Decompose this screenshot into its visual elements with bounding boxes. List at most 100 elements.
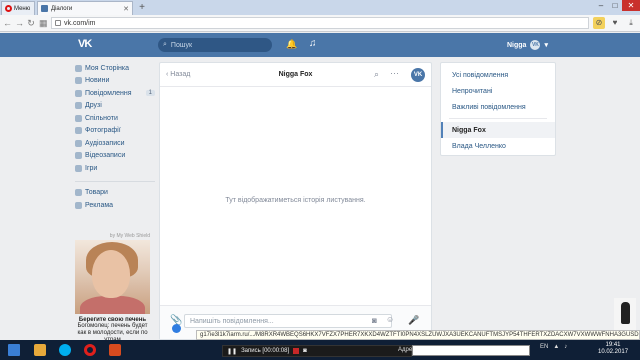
left-navigation: Моя Сторінка Новини Повідомлення 1 Друзі …	[75, 62, 155, 212]
volume-icon[interactable]: ♪	[564, 344, 567, 350]
new-tab-button[interactable]: +	[136, 2, 148, 14]
clock[interactable]: 19:41 10.02.2017	[598, 342, 628, 356]
sidebar-item-friends[interactable]: Друзі	[75, 100, 155, 113]
more-icon[interactable]: ···	[390, 68, 399, 78]
sidebar-item-label: Фотографії	[85, 127, 121, 135]
photo-icon	[75, 127, 82, 135]
lock-icon	[55, 20, 61, 26]
taskbar-skype[interactable]	[53, 341, 77, 359]
url-field[interactable]: vk.com/im	[51, 17, 589, 29]
sidebar-item-label: Відеозаписи	[85, 152, 126, 160]
reload-icon[interactable]: ↻	[27, 18, 35, 29]
filter-important[interactable]: Важливі повідомлення	[441, 99, 555, 115]
back-arrow-icon[interactable]: ←	[3, 18, 12, 28]
sidebar-item-label: Спільноти	[85, 114, 118, 122]
sidebar-item-news[interactable]: Новини	[75, 75, 155, 88]
taskbar-explorer[interactable]	[28, 341, 52, 359]
opera-menu-button[interactable]: Меню	[1, 1, 35, 15]
ad-source: by My Web Shield	[109, 233, 150, 239]
status-url-tooltip: g17ie3l1k7iarm.ru/.../M8RXR4WBEQS6HKX7VF…	[196, 330, 640, 340]
search-placeholder: Пошук	[170, 41, 193, 49]
filter-unread[interactable]: Непрочитані	[441, 83, 555, 99]
minimize-button[interactable]: –	[594, 0, 608, 11]
sidebar-item-photos[interactable]: Фотографії	[75, 125, 155, 138]
adblock-icon[interactable]: ⊘	[593, 17, 605, 29]
ads-icon	[75, 201, 82, 209]
sidebar-item-audio[interactable]: Аудіозаписи	[75, 137, 155, 150]
dialog-item-nigga-fox[interactable]: Nigga Fox	[441, 122, 555, 138]
search-icon: ⌕	[163, 41, 167, 48]
address-bar: ← → ↻ ▦ vk.com/im ⊘ ♥ ⤓	[0, 15, 640, 32]
sidebar-item-video[interactable]: Відеозаписи	[75, 150, 155, 163]
language-indicator[interactable]: EN	[540, 344, 548, 350]
opera-notification-icon[interactable]	[172, 324, 181, 333]
chat-panel: ‹ Назад Nigga Fox ⌕ ··· VK Тут відобража…	[159, 62, 432, 340]
stop-icon[interactable]	[293, 348, 300, 354]
divider	[75, 180, 155, 182]
sidebar-item-label: Моя Сторінка	[85, 64, 130, 72]
windows-icon	[8, 344, 20, 356]
desktop-image	[614, 298, 636, 330]
sidebar-item-my-page[interactable]: Моя Сторінка	[75, 62, 155, 75]
skype-icon	[59, 344, 71, 356]
divider	[449, 118, 547, 119]
sidebar-item-goods[interactable]: Товари	[75, 187, 155, 200]
sidebar-item-label: Ігри	[85, 164, 98, 172]
download-icon[interactable]: ⤓	[625, 17, 637, 29]
sidebar-item-label: Повідомлення	[85, 89, 132, 97]
sidebar-item-ads[interactable]: Реклама	[75, 199, 155, 212]
clock-time: 19:41	[605, 342, 621, 348]
music-icon[interactable]: ♫	[309, 38, 317, 49]
clock-date: 10.02.2017	[598, 349, 629, 355]
avatar[interactable]: VK	[411, 68, 425, 82]
ad-image-face	[92, 250, 130, 298]
search-icon[interactable]: ⌕	[374, 69, 379, 80]
ad-image[interactable]	[75, 240, 150, 314]
heart-icon[interactable]: ♥	[609, 17, 621, 29]
opera-icon	[5, 5, 12, 12]
maximize-button[interactable]: □	[608, 0, 622, 11]
browser-tab-bar: Меню Діалоги ✕ + – □ ✕	[0, 0, 640, 15]
messages-icon	[75, 89, 82, 97]
pause-icon[interactable]: ❚❚	[227, 348, 237, 355]
record-label: Запись [00:00:08]	[241, 348, 290, 354]
start-button[interactable]	[0, 340, 28, 360]
network-icon[interactable]: ▲	[553, 344, 559, 350]
user-name: Nigga	[507, 41, 527, 49]
sidebar-item-label: Товари	[85, 189, 108, 197]
window-controls: – □ ✕	[594, 0, 640, 11]
url-text: vk.com/im	[64, 19, 96, 27]
search-input[interactable]: ⌕ Пошук	[158, 38, 272, 52]
sidebar-item-label: Реклама	[85, 201, 114, 209]
sidebar-item-label: Аудіозаписи	[85, 139, 125, 147]
folder-icon	[34, 344, 46, 356]
opera-icon	[84, 344, 96, 356]
close-window-button[interactable]: ✕	[622, 0, 640, 11]
video-icon	[75, 152, 82, 160]
speed-dial-icon[interactable]: ▦	[39, 18, 48, 29]
tab-dialogs[interactable]: Діалоги ✕	[37, 1, 133, 15]
avatar: VK	[530, 40, 541, 50]
vk-logo-icon[interactable]: VK	[78, 38, 92, 50]
audio-icon	[75, 139, 82, 147]
emoji-icon[interactable]: ☺	[386, 315, 394, 324]
sidebar-item-communities[interactable]: Спільноти	[75, 112, 155, 125]
user-menu[interactable]: Nigga VK ▾	[507, 40, 548, 50]
sidebar-item-games[interactable]: Ігри	[75, 162, 155, 175]
taskbar-opera[interactable]	[78, 341, 102, 359]
taskbar-app[interactable]	[103, 341, 127, 359]
sidebar-item-messages[interactable]: Повідомлення 1	[75, 87, 155, 100]
menu-label: Меню	[14, 5, 31, 12]
microphone-icon[interactable]: 🎤	[408, 315, 419, 326]
filter-all-messages[interactable]: Усі повідомлення	[441, 67, 555, 83]
chat-header: ‹ Назад Nigga Fox ⌕ ··· VK	[160, 63, 431, 87]
message-input[interactable]: Напишіть повідомлення...	[184, 314, 392, 328]
camera-icon[interactable]: ◙	[303, 348, 307, 354]
camera-icon[interactable]: ◙	[372, 316, 377, 325]
ad-block[interactable]: by My Web Shield Берегите свою печень Бо…	[75, 233, 150, 344]
close-tab-icon[interactable]: ✕	[123, 5, 129, 13]
bell-icon[interactable]: 🔔	[286, 39, 297, 50]
taskbar-address-field[interactable]	[412, 345, 530, 356]
forward-arrow-icon[interactable]: →	[15, 18, 24, 28]
dialog-item-vlada[interactable]: Влада Челленко	[441, 138, 555, 154]
